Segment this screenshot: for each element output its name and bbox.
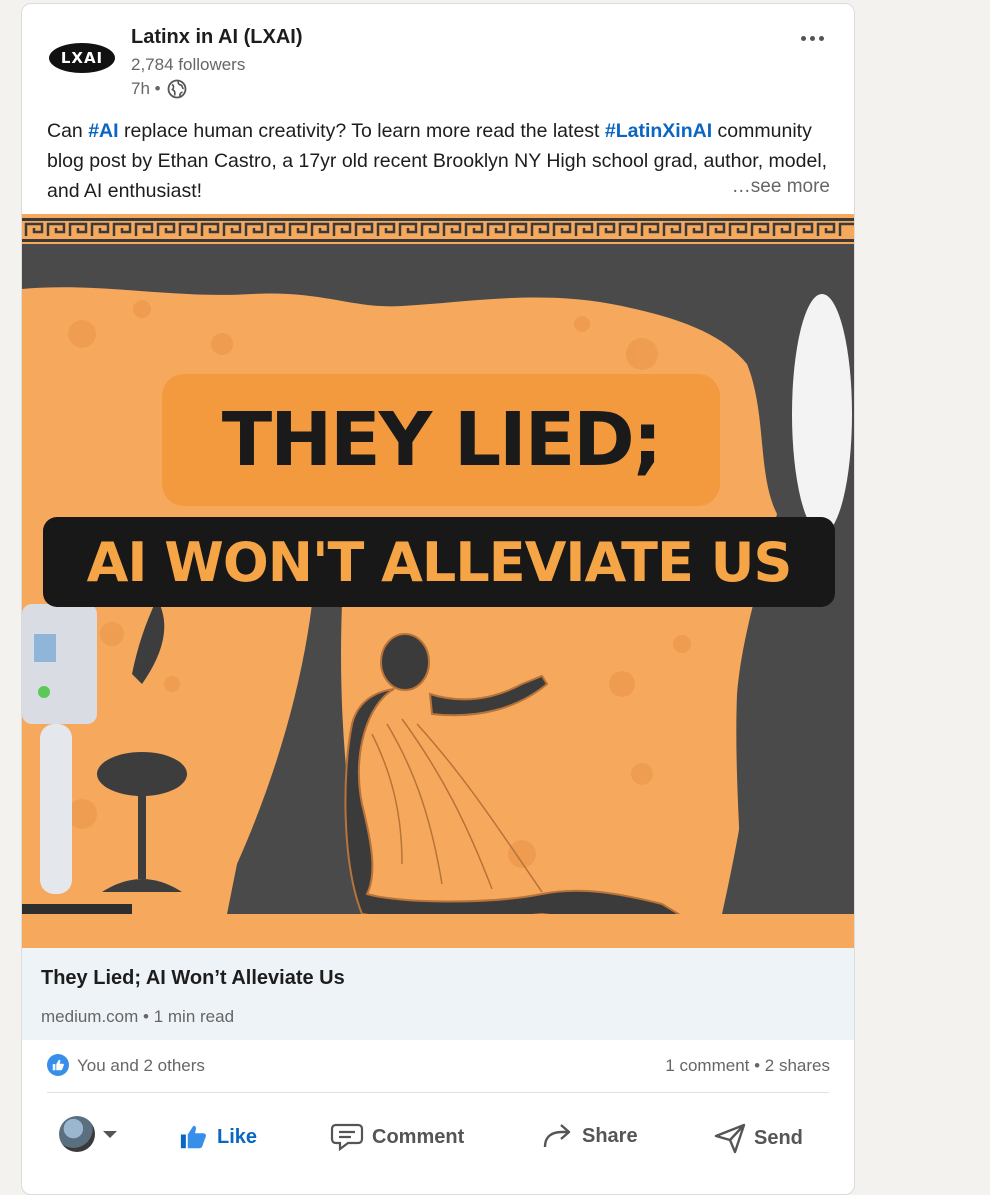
divider bbox=[47, 1092, 829, 1093]
article-image[interactable]: THEY LIED; AI WON'T ALLEVIATE US bbox=[22, 214, 854, 948]
comments-count[interactable]: 1 comment bbox=[665, 1056, 749, 1075]
action-bar: Like Comment Share Send bbox=[22, 1104, 854, 1170]
article-link-preview[interactable]: They Lied; AI Won’t Alleviate Us medium.… bbox=[22, 948, 854, 1040]
like-label: Like bbox=[217, 1125, 258, 1148]
hashtag-ai-link[interactable]: #AI bbox=[88, 120, 118, 142]
article-title: They Lied; AI Won’t Alleviate Us bbox=[41, 967, 345, 989]
see-more-button[interactable]: …see more bbox=[725, 176, 830, 198]
reactions-count[interactable]: You and 2 others bbox=[77, 1056, 205, 1076]
social-counts: You and 2 others 1 comment • 2 shares bbox=[22, 1040, 854, 1092]
hashtag-latinxinai-link[interactable]: #LatinXinAI bbox=[605, 120, 712, 142]
send-icon bbox=[714, 1123, 746, 1154]
follower-count: 2,784 followers bbox=[131, 55, 246, 74]
post-card: LXAI Latinx in AI (LXAI) 2,784 followers… bbox=[21, 3, 855, 1195]
headline-bottom-text: AI WON'T ALLEVIATE US bbox=[43, 517, 835, 607]
shares-count[interactable]: 2 shares bbox=[765, 1056, 830, 1075]
logo-text: LXAI bbox=[60, 49, 104, 67]
share-button[interactable]: Share bbox=[542, 1122, 638, 1150]
globe-icon bbox=[167, 79, 187, 99]
post-text-part: replace human creativity? To learn more … bbox=[118, 120, 605, 142]
more-options-button[interactable] bbox=[794, 26, 830, 50]
article-meta: medium.com • 1 min read bbox=[41, 1007, 235, 1026]
comment-label: Comment bbox=[372, 1125, 465, 1148]
send-label: Send bbox=[754, 1126, 803, 1149]
actor-selector[interactable] bbox=[59, 1116, 117, 1152]
share-label: Share bbox=[582, 1124, 638, 1147]
post-time: 7h • bbox=[131, 79, 161, 98]
company-logo[interactable]: LXAI bbox=[49, 43, 115, 73]
send-button[interactable]: Send bbox=[714, 1122, 803, 1154]
count-separator: • bbox=[749, 1056, 765, 1075]
comment-icon bbox=[330, 1123, 364, 1152]
post-header: LXAI Latinx in AI (LXAI) 2,784 followers… bbox=[22, 4, 854, 114]
comment-button[interactable]: Comment bbox=[330, 1122, 464, 1152]
post-text-part: Can bbox=[47, 120, 89, 142]
like-reaction-icon bbox=[47, 1054, 69, 1076]
company-name-link[interactable]: Latinx in AI (LXAI) bbox=[131, 26, 302, 49]
headline-top-text: THEY LIED; bbox=[162, 374, 720, 506]
post-timestamp: 7h • bbox=[131, 79, 187, 99]
caret-down-icon bbox=[103, 1130, 117, 1138]
share-arrow-icon bbox=[543, 1124, 571, 1148]
avatar bbox=[59, 1116, 95, 1152]
ellipsis-icon bbox=[800, 35, 806, 41]
engagement-counts: 1 comment • 2 shares bbox=[665, 1056, 830, 1076]
post-body-text: Can #AI replace human creativity? To lea… bbox=[47, 116, 832, 206]
like-button[interactable]: Like bbox=[179, 1122, 257, 1152]
thumbs-up-icon bbox=[180, 1125, 206, 1149]
